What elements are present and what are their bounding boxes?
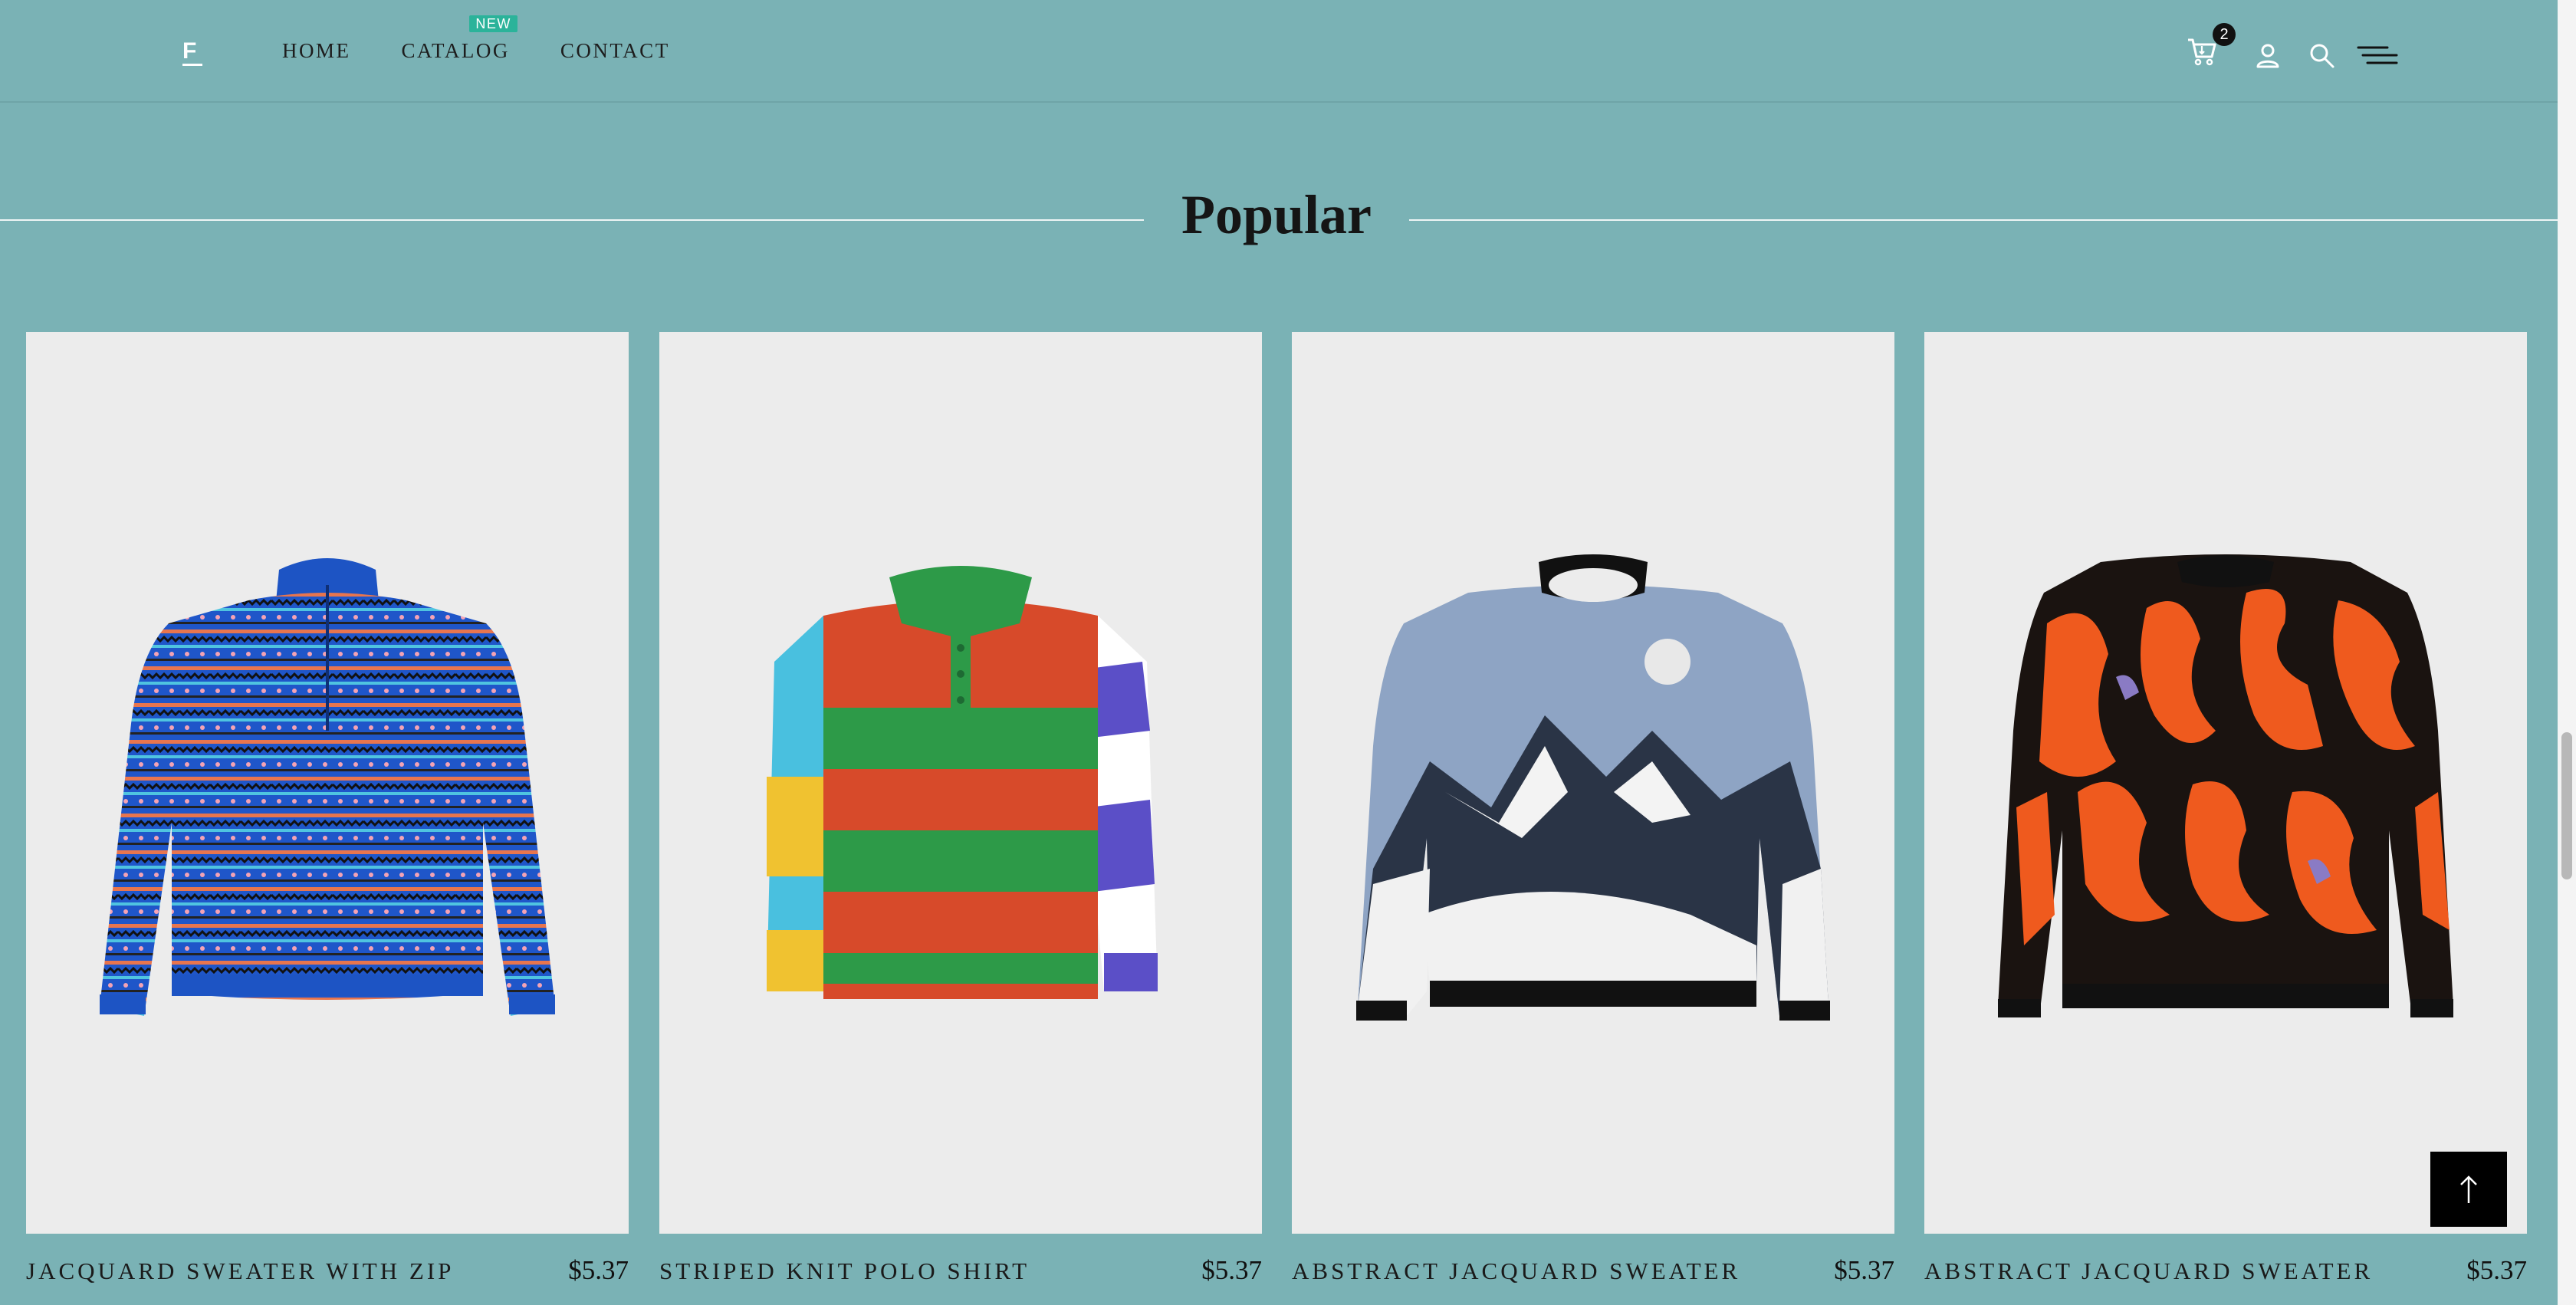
product-image[interactable] [1924,332,2527,1234]
product-card[interactable]: ABSTRACT JACQUARD SWEATER $5.37 [1924,332,2527,1286]
product-price: $5.37 [1834,1255,1894,1285]
brand-logo[interactable]: F [182,40,202,66]
site-header: F HOME CATALOG NEW CONTACT 2 [0,0,2558,103]
nav-home-label: HOME [282,39,351,62]
product-image[interactable] [26,332,629,1234]
nav-home[interactable]: HOME [282,37,351,64]
product-card[interactable]: STRIPED KNIT POLO SHIRT $5.37 [659,332,1262,1286]
product-image[interactable] [1292,332,1894,1234]
product-card[interactable]: JACQUARD SWEATER WITH ZIP $5.37 [26,332,629,1286]
polo-image [767,566,1158,999]
product-meta: JACQUARD SWEATER WITH ZIP $5.37 [26,1255,629,1286]
section-title: Popular [1181,184,1372,245]
product-meta: ABSTRACT JACQUARD SWEATER $5.37 [1924,1255,2527,1286]
menu-icon [2357,46,2398,64]
cart-count-badge: 2 [2213,23,2236,46]
nav-catalog-label: CATALOG [401,39,510,62]
product-meta: ABSTRACT JACQUARD SWEATER $5.37 [1292,1255,1894,1286]
main-nav: HOME CATALOG NEW CONTACT [282,15,721,64]
product-price: $5.37 [568,1255,629,1285]
product-name[interactable]: JACQUARD SWEATER WITH ZIP [26,1257,454,1285]
search-button[interactable] [2308,41,2335,73]
menu-button[interactable] [2357,44,2398,71]
product-card[interactable]: ABSTRACT JACQUARD SWEATER $5.37 [1292,332,1894,1286]
product-name[interactable]: ABSTRACT JACQUARD SWEATER [1924,1257,2373,1285]
sweater-image [1998,554,2453,1017]
back-to-top-button[interactable] [2430,1152,2507,1227]
product-price: $5.37 [1201,1255,1262,1285]
title-divider-right [1409,219,2558,221]
scrollbar-thumb[interactable] [2561,732,2572,879]
nav-contact[interactable]: CONTACT [560,37,670,64]
product-meta: STRIPED KNIT POLO SHIRT $5.37 [659,1255,1262,1286]
new-badge: NEW [469,15,518,32]
search-icon [2310,44,2334,68]
title-divider-left [0,219,1144,221]
account-button[interactable] [2254,41,2282,73]
product-name[interactable]: STRIPED KNIT POLO SHIRT [659,1257,1030,1285]
product-name[interactable]: ABSTRACT JACQUARD SWEATER [1292,1257,1740,1285]
arrow-up-icon [2460,1175,2477,1203]
nav-catalog[interactable]: CATALOG NEW [401,15,518,64]
cart-button[interactable]: 2 [2185,23,2236,71]
page-scrollbar[interactable] [2558,0,2576,1305]
sweater-image [1356,554,1830,1021]
sweater-image [100,558,555,1016]
nav-contact-label: CONTACT [560,39,670,62]
product-image[interactable] [659,332,1262,1234]
product-price: $5.37 [2466,1255,2527,1285]
user-icon [2256,44,2279,68]
